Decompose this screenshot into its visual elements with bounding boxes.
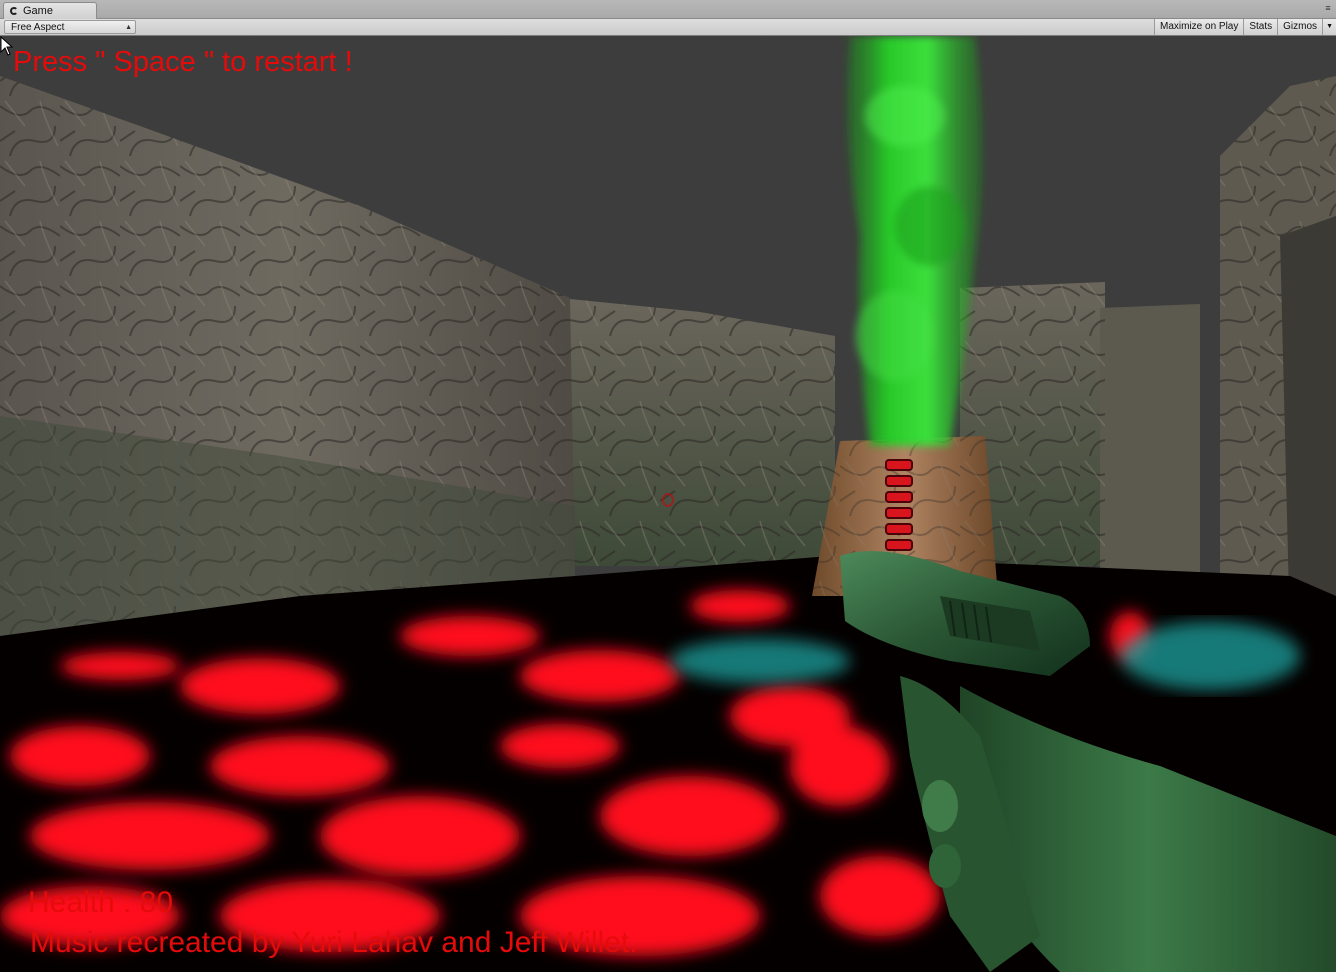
health-value: 80 — [140, 886, 173, 919]
maximize-on-play-button[interactable]: Maximize on Play — [1154, 19, 1243, 35]
stats-button[interactable]: Stats — [1243, 19, 1277, 35]
game-tab-label: Game — [23, 5, 53, 17]
aspect-dropdown-label: Free Aspect — [11, 22, 64, 33]
health-readout: Health : 80 — [28, 886, 173, 920]
window-menu-icon[interactable]: ≡ — [1323, 3, 1333, 13]
restart-prompt: Press " Space " to restart ! — [13, 46, 353, 79]
health-label: Health : — [28, 886, 140, 919]
gizmos-dropdown-icon[interactable]: ▼ — [1322, 19, 1336, 35]
crosshair-icon — [662, 493, 674, 507]
mouse-cursor-icon — [0, 36, 14, 56]
aspect-dropdown[interactable]: Free Aspect ▲ — [4, 20, 136, 34]
dropdown-arrows-icon: ▲ — [125, 21, 132, 34]
game-tab[interactable]: Game — [3, 2, 97, 19]
toolbar-right-group: Maximize on Play Stats Gizmos ▼ — [1154, 19, 1336, 35]
pacman-icon — [10, 7, 19, 16]
game-toolbar: Free Aspect ▲ Maximize on Play Stats Giz… — [0, 19, 1336, 36]
music-credits: Music recreated by Yuri Lahav and Jeff W… — [30, 926, 638, 960]
editor-tab-strip: Game ≡ — [0, 0, 1336, 19]
gizmos-button[interactable]: Gizmos — [1277, 19, 1322, 35]
game-viewport[interactable]: Press " Space " to restart ! Health : 80… — [0, 36, 1336, 972]
